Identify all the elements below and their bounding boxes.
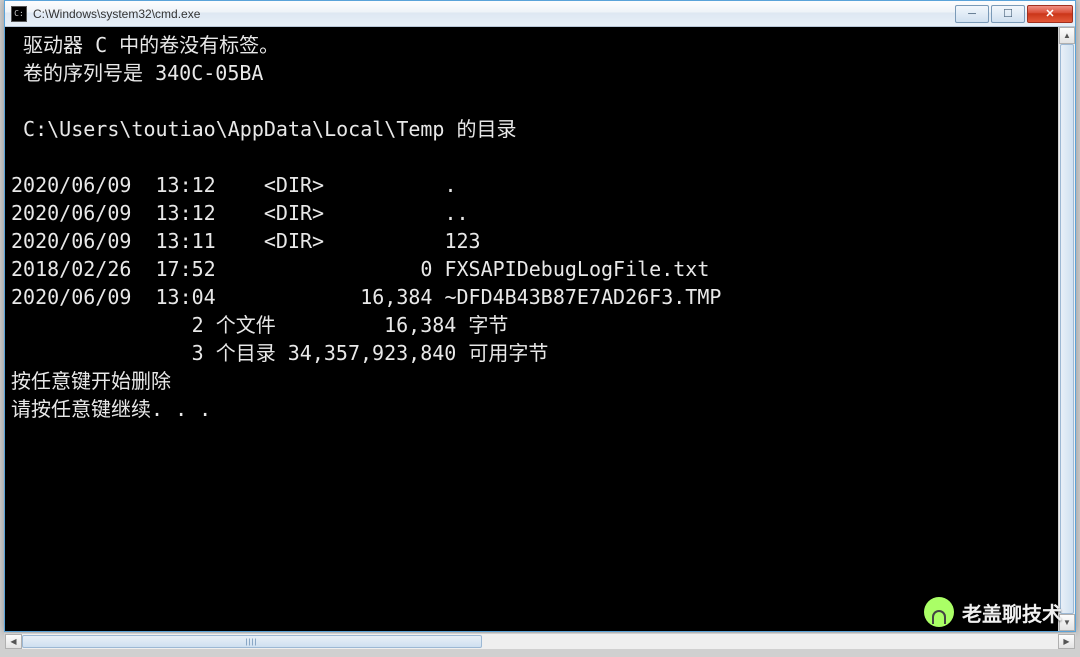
hscroll-thumb[interactable] [22,635,482,648]
scroll-up-arrow-icon[interactable]: ▲ [1059,27,1075,44]
window-buttons: ─ ☐ ✕ [953,5,1073,23]
hscroll-track[interactable] [22,634,1058,649]
scroll-left-arrow-icon[interactable]: ◀ [5,634,22,649]
window-title: C:\Windows\system32\cmd.exe [33,7,200,21]
scroll-thumb[interactable] [1060,44,1074,614]
scroll-right-arrow-icon[interactable]: ▶ [1058,634,1075,649]
cmd-window: C: C:\Windows\system32\cmd.exe ─ ☐ ✕ 驱动器… [4,0,1076,632]
terminal-output[interactable]: 驱动器 C 中的卷没有标签。 卷的序列号是 340C-05BA C:\Users… [5,27,1058,631]
maximize-button[interactable]: ☐ [991,5,1025,23]
watermark: 老盖聊技术 [924,597,1062,627]
horizontal-scrollbar[interactable]: ◀ ▶ [4,633,1076,650]
close-button[interactable]: ✕ [1027,5,1073,23]
vertical-scrollbar[interactable]: ▲ ▼ [1058,27,1075,631]
watermark-text: 老盖聊技术 [962,598,1062,627]
title-bar[interactable]: C: C:\Windows\system32\cmd.exe ─ ☐ ✕ [5,1,1075,27]
minimize-button[interactable]: ─ [955,5,989,23]
cmd-icon: C: [11,6,27,22]
scroll-track[interactable] [1059,44,1075,614]
client-area: 驱动器 C 中的卷没有标签。 卷的序列号是 340C-05BA C:\Users… [5,27,1075,631]
wechat-icon [924,597,954,627]
